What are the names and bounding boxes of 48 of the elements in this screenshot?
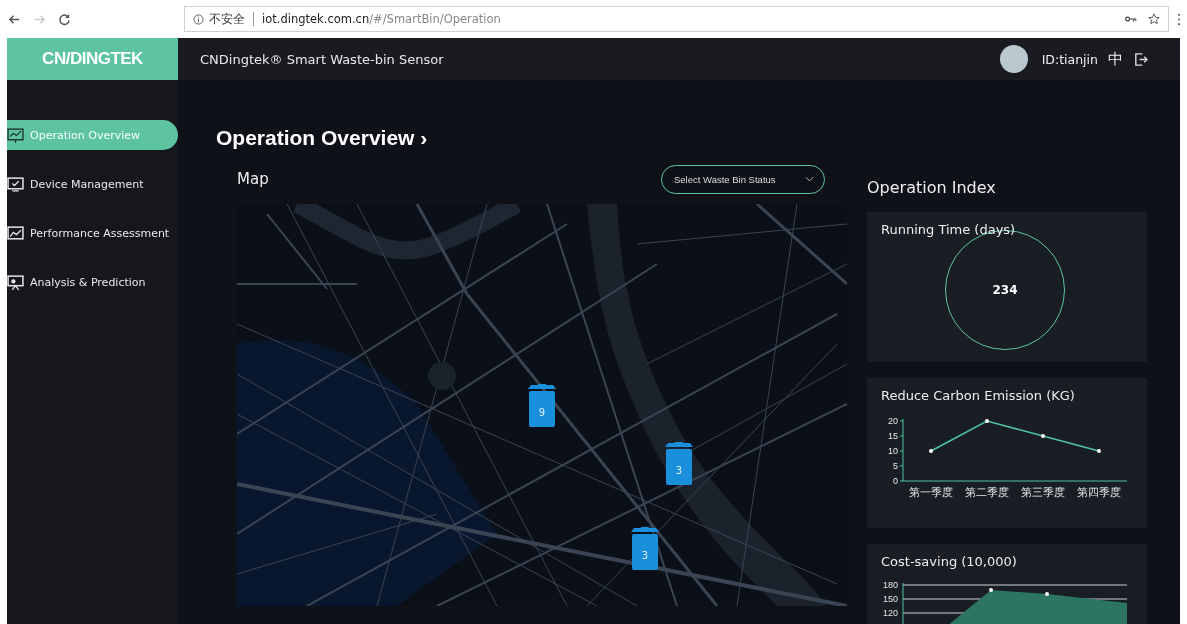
data-point (1097, 449, 1101, 453)
data-point (1041, 434, 1045, 438)
ring-value: 234 (992, 283, 1018, 297)
map-title: Map (237, 170, 269, 188)
sidebar-item[interactable]: Device Management (7, 169, 178, 199)
star-icon[interactable] (1148, 13, 1160, 25)
data-point (929, 449, 933, 453)
category-label: 第四季度 (1077, 486, 1121, 498)
app-title: CNDingtek® Smart Waste-bin Sensor (200, 51, 444, 67)
board-stand-icon (7, 273, 24, 291)
sidebar-item[interactable]: Performance Assessment (7, 218, 178, 248)
y-axis (899, 418, 904, 482)
logout-icon[interactable] (1133, 51, 1148, 67)
tick-label: 20 (888, 416, 898, 426)
tick-label: 120 (882, 608, 898, 618)
sidebar-item[interactable]: Analysis & Prediction (7, 267, 178, 297)
key-icon[interactable] (1125, 13, 1137, 25)
user-id: ID:tianjin (1041, 51, 1098, 67)
page-title: Operation Overview › (216, 126, 429, 150)
category-label: 第三季度 (1021, 486, 1065, 498)
tick-label: 0 (893, 476, 898, 486)
monitor-check-icon (7, 175, 24, 193)
reload-icon[interactable] (58, 12, 71, 26)
url-host: iot.dingtek.com.cn (262, 12, 370, 26)
tick-label: 5 (893, 461, 898, 471)
card-title: Running Time (days) (881, 222, 1017, 237)
logo: CN/DINGTEK (42, 49, 143, 69)
chart-frame-icon (7, 224, 24, 242)
tick-label: 180 (882, 581, 898, 590)
url-path: /#/SmartBin/Operation (369, 12, 501, 26)
operation-index-title: Operation Index (867, 177, 997, 194)
category-label: 第一季度 (909, 486, 953, 498)
address-bar[interactable]: 不安全 iot.dingtek.com.cn/#/SmartBin/Operation (184, 6, 1169, 32)
card-title: Reduce Carbon Emission (KG) (881, 388, 1076, 403)
security-label: 不安全 (209, 11, 245, 27)
roundabout (428, 362, 456, 390)
tick-label: 15 (888, 431, 898, 441)
avatar[interactable] (999, 45, 1028, 73)
tick-label: 150 (882, 594, 898, 604)
menu-icon[interactable] (1177, 12, 1181, 26)
info-icon[interactable] (193, 13, 204, 25)
card-title: Cost-saving (10,000) (881, 554, 1018, 569)
presentation-chart-icon (7, 126, 24, 144)
caret-icon (805, 176, 814, 182)
tick-label: 10 (888, 446, 898, 456)
data-point (985, 419, 989, 423)
category-label: 第二季度 (965, 486, 1009, 498)
language-toggle[interactable]: 中 (1108, 49, 1123, 69)
